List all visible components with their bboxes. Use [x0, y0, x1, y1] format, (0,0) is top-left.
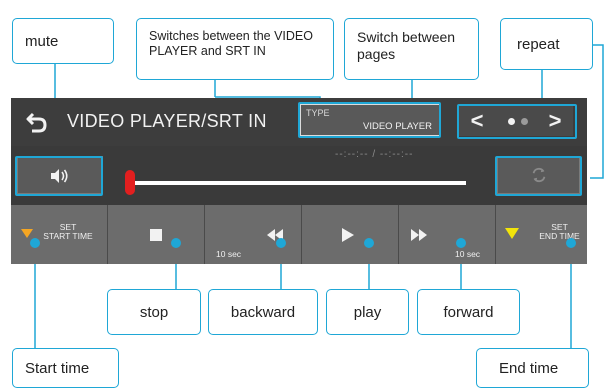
seek-track[interactable]: [129, 181, 466, 185]
set-end-time-label: SET END TIME: [539, 222, 580, 241]
forward-callout-text: forward: [443, 303, 494, 321]
page-title: VIDEO PLAYER/SRT IN: [67, 111, 267, 131]
forward-connector-dot: [456, 238, 466, 248]
switch-pages-callout: Switch between pages: [344, 18, 479, 80]
pager-highlight: [457, 104, 577, 139]
stop-connector-dot: [171, 238, 181, 248]
control-bar: SET START TIME 10 sec 10 sec SET END TIM…: [11, 205, 587, 264]
start-time-connector-dot: [30, 238, 40, 248]
seek-thumb[interactable]: [125, 170, 135, 195]
end-time-callout-text: End time: [499, 359, 559, 377]
play-connector-dot: [364, 238, 374, 248]
stop-callout: stop: [107, 289, 201, 335]
set-start-time-button[interactable]: SET START TIME: [11, 205, 108, 264]
backward-callout-text: backward: [230, 303, 296, 321]
start-marker-icon: [21, 229, 33, 238]
forward-button[interactable]: 10 sec: [399, 205, 496, 264]
back-icon[interactable]: [25, 110, 49, 134]
end-time-connector-dot: [566, 238, 576, 248]
switches-desc-callout: Switches between the VIDEO PLAYER and SR…: [136, 18, 334, 80]
backward-connector-dot: [276, 238, 286, 248]
stop-callout-text: stop: [139, 303, 169, 321]
start-time-callout: Start time: [12, 348, 119, 388]
end-time-callout: End time: [476, 348, 589, 388]
stop-button[interactable]: [108, 205, 205, 264]
backward-step-label: 10 sec: [216, 249, 242, 259]
play-icon: [342, 228, 354, 242]
play-button[interactable]: [302, 205, 399, 264]
stop-icon: [150, 229, 162, 241]
forward-step-label: 10 sec: [455, 249, 481, 259]
fast-forward-icon: [411, 229, 427, 241]
switches-desc-callout-text: Switches between the VIDEO PLAYER and SR…: [149, 29, 313, 58]
backward-button[interactable]: 10 sec: [205, 205, 302, 264]
mute-highlight: [15, 156, 103, 196]
switch-pages-callout-text: Switch between pages: [357, 29, 456, 62]
backward-callout: backward: [208, 289, 318, 335]
end-marker-icon: [505, 228, 519, 239]
play-callout-text: play: [353, 303, 382, 321]
play-callout: play: [326, 289, 409, 335]
start-time-callout-text: Start time: [25, 359, 90, 377]
repeat-highlight: [495, 156, 582, 196]
time-display: --:--:-- / --:--:--: [335, 149, 414, 160]
set-end-time-button[interactable]: SET END TIME: [496, 205, 587, 264]
mute-callout: mute: [12, 18, 114, 64]
repeat-callout-text: repeat: [517, 35, 560, 53]
mute-callout-text: mute: [25, 32, 59, 50]
set-start-time-label: SET START TIME: [43, 222, 93, 241]
type-highlight: [298, 102, 441, 138]
forward-callout: forward: [417, 289, 520, 335]
repeat-callout: repeat: [500, 18, 593, 70]
